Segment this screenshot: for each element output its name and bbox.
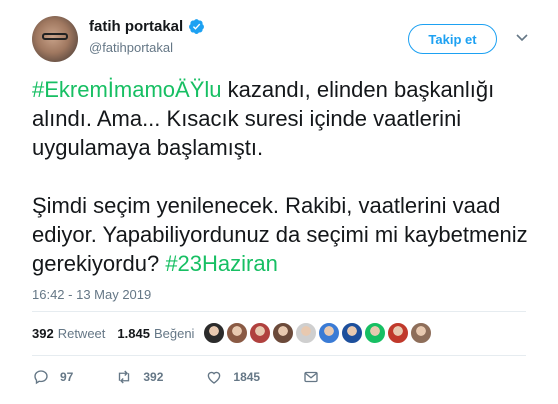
author-handle[interactable]: @fatihportakal: [89, 40, 173, 55]
retweet-stat-count: 392: [32, 326, 54, 341]
hashtag-link[interactable]: #23Haziran: [165, 251, 278, 276]
divider: [32, 311, 526, 312]
tweet-timestamp[interactable]: 16:42 - 13 May 2019: [32, 287, 151, 302]
tweet-paragraph-1: #EkremİmamoÄŸlu kazandı, elinden başkanl…: [32, 75, 532, 162]
liker-avatar[interactable]: [341, 322, 363, 344]
retweet-count: 392: [143, 370, 164, 384]
tweet-stats: 392 Retweet 1.845 Beğeni: [32, 326, 194, 341]
retweet-stat[interactable]: 392 Retweet: [32, 326, 105, 341]
divider: [32, 355, 526, 356]
like-stat-label: Beğeni: [153, 326, 195, 341]
chevron-down-icon[interactable]: [515, 33, 529, 43]
retweet-button[interactable]: 392: [115, 368, 163, 386]
reply-icon: [34, 370, 48, 385]
reply-button[interactable]: 97: [32, 368, 73, 386]
like-button[interactable]: 1845: [205, 368, 260, 386]
tweet-paragraph-2: Şimdi seçim yenilenecek. Rakibi, vaatler…: [32, 191, 532, 278]
reply-count: 97: [60, 370, 74, 384]
liker-avatar[interactable]: [295, 322, 317, 344]
liker-avatar[interactable]: [203, 322, 225, 344]
direct-message-button[interactable]: [302, 368, 330, 386]
author-name-row[interactable]: fatih portakal: [89, 18, 205, 35]
avatar-glasses: [42, 33, 68, 40]
retweet-icon: [119, 370, 130, 384]
liker-avatar[interactable]: [272, 322, 294, 344]
liker-avatar[interactable]: [410, 322, 432, 344]
like-stat[interactable]: 1.845 Beğeni: [117, 326, 194, 341]
tweet-actions: 97 392 1845: [32, 368, 372, 386]
liker-avatar[interactable]: [387, 322, 409, 344]
liker-avatars: [203, 322, 433, 346]
follow-button[interactable]: Takip et: [408, 24, 497, 54]
liker-avatar[interactable]: [226, 322, 248, 344]
hashtag-link[interactable]: #EkremİmamoÄŸlu: [32, 77, 222, 102]
author-display-name[interactable]: fatih portakal: [89, 18, 183, 35]
retweet-stat-label: Retweet: [57, 326, 106, 341]
liker-avatar[interactable]: [364, 322, 386, 344]
liker-avatar[interactable]: [318, 322, 340, 344]
envelope-icon: [304, 371, 318, 383]
tweet-text-segment: Şimdi seçim yenilenecek. Rakibi, vaatler…: [32, 193, 528, 276]
like-stat-count: 1.845: [117, 326, 150, 341]
like-count: 1845: [233, 370, 261, 384]
verified-badge-icon: [189, 19, 205, 34]
heart-icon: [208, 371, 221, 384]
liker-avatar[interactable]: [249, 322, 271, 344]
avatar[interactable]: [32, 16, 78, 62]
tweet-text: #EkremİmamoÄŸlu kazandı, elinden başkanl…: [32, 75, 532, 278]
